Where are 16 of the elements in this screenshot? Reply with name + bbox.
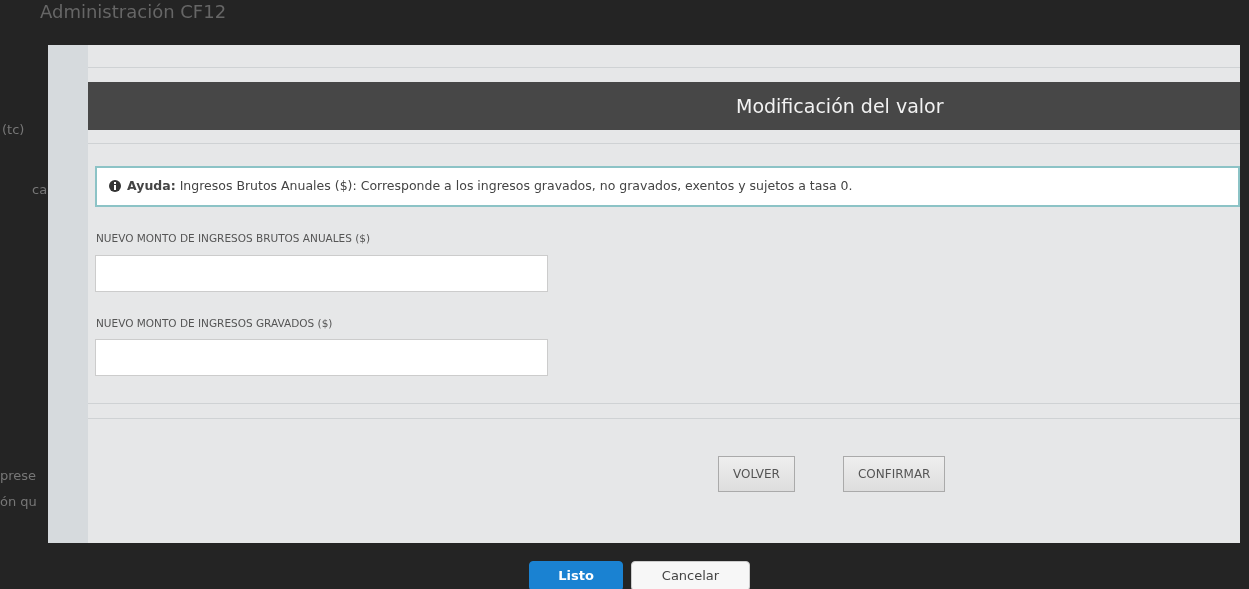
page-title: Administración CF12 [40, 2, 227, 22]
cancel-button[interactable]: Cancelar [631, 561, 750, 589]
dialog-title: Modificación del valor [736, 93, 944, 119]
confirm-button[interactable]: CONFIRMAR [842, 456, 946, 493]
background-text: ca [32, 181, 48, 199]
input-field[interactable] [95, 254, 548, 292]
background-text: ón qu [0, 493, 37, 511]
input-field[interactable] [95, 339, 548, 377]
field-label: NUEVO MONTO DE INGRESOS GRAVADOS ($) [96, 315, 334, 331]
field-label: NUEVO MONTO DE INGRESOS BRUTOS ANUALES ($) [96, 230, 372, 246]
help-text: Ayuda: Ingresos Brutos Anuales ($): Corresponde a los ingresos gravados, no gravados, exentos y sujetos a tasa 0. [127, 177, 853, 195]
background-text: prese [0, 467, 37, 485]
background-text: (tc) [2, 121, 25, 139]
back-button[interactable]: VOLVER [718, 456, 795, 493]
info-icon [109, 180, 121, 193]
done-button[interactable]: Listo [529, 561, 623, 589]
